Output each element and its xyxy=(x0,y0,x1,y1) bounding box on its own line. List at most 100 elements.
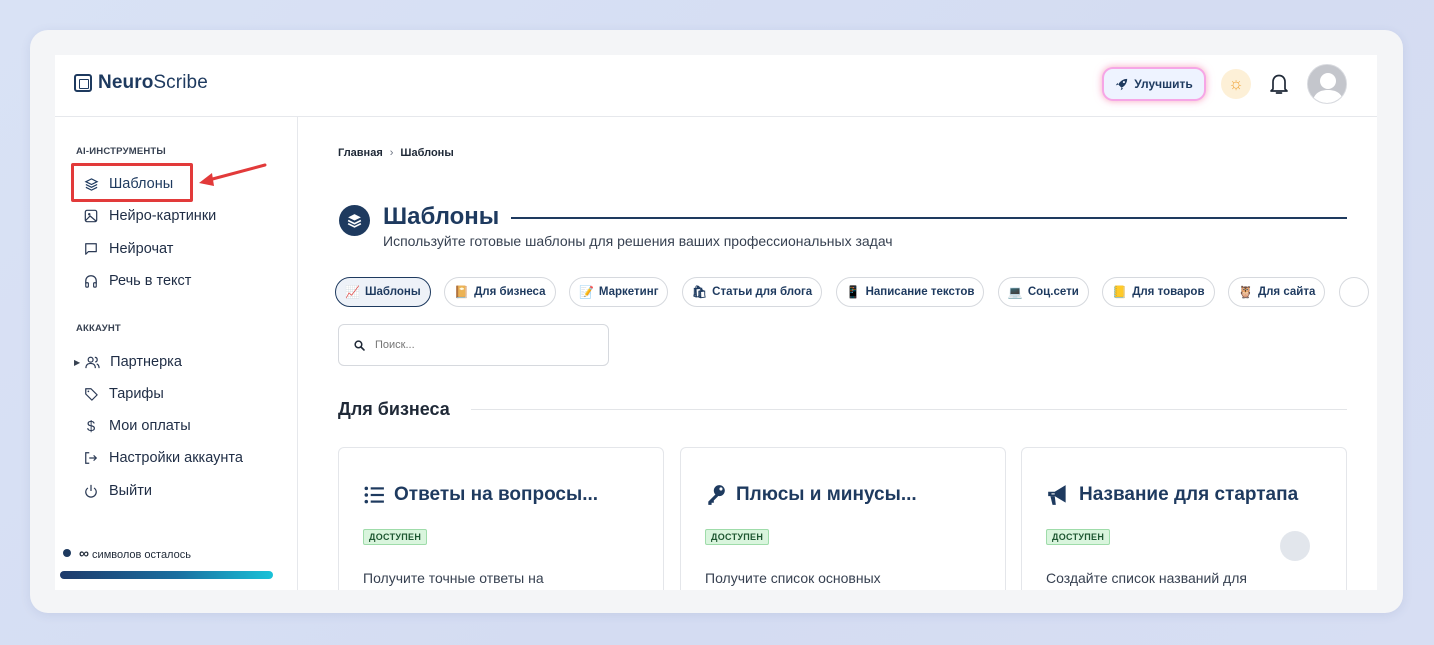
annotation-highlight-box xyxy=(71,163,193,202)
chip-label: Маркетинг xyxy=(598,286,659,298)
card-title-text: Плюсы и минусы... xyxy=(736,484,917,505)
user-avatar-icon xyxy=(1308,65,1346,103)
theme-toggle-button[interactable]: ☼ xyxy=(1221,69,1251,99)
chip-copywriting[interactable]: 📱 Написание текстов xyxy=(835,277,985,307)
search-icon xyxy=(354,339,365,351)
logo-text: NeuroScribe xyxy=(98,72,208,93)
sidebar: AI-ИНСТРУМЕНТЫ Шаблоны Нейро-картинки Не… xyxy=(55,117,298,590)
chip-label: Для сайта xyxy=(1257,286,1316,298)
credits-text: символов осталось xyxy=(92,549,191,561)
search-box xyxy=(338,324,609,366)
sidebar-item-label: Тарифы xyxy=(109,386,164,402)
chip-label: Написание текстов xyxy=(865,286,975,298)
top-header: NeuroScribe Улучшить ☼ xyxy=(55,55,1377,117)
chat-icon xyxy=(83,241,99,257)
chip-templates[interactable]: 📈 Шаблоны xyxy=(335,277,431,307)
headphones-icon xyxy=(83,273,99,289)
template-card-pros-cons[interactable]: Плюсы и минусы... ДОСТУПЕН Получите спис… xyxy=(680,447,1006,590)
login-icon xyxy=(83,450,99,466)
chip-social[interactable]: 💻 Соц.сети xyxy=(997,277,1089,307)
sidebar-item-logout[interactable]: Выйти xyxy=(83,481,152,501)
sidebar-item-label: Речь в текст xyxy=(109,273,192,289)
bell-icon[interactable] xyxy=(1268,72,1290,96)
logo[interactable]: NeuroScribe xyxy=(74,72,208,94)
card-title: Название для стартапа xyxy=(1046,484,1298,506)
breadcrumb: Главная › Шаблоны xyxy=(338,147,454,159)
search-input[interactable] xyxy=(375,339,595,351)
sun-icon: ☼ xyxy=(1228,74,1244,93)
upgrade-button[interactable]: Улучшить xyxy=(1104,69,1204,99)
title-divider xyxy=(511,217,1347,219)
chevron-right-icon: › xyxy=(389,147,394,159)
chip-label: Для бизнеса xyxy=(474,286,546,298)
section-label-account: АККАУНТ xyxy=(76,323,121,334)
sidebar-item-label: Мои оплаты xyxy=(109,418,191,434)
card-title-text: Ответы на вопросы... xyxy=(394,484,599,505)
sidebar-item-account-settings[interactable]: Настройки аккаунта xyxy=(83,448,243,468)
sidebar-item-tariffs[interactable]: Тарифы xyxy=(83,384,164,404)
sidebar-item-payments[interactable]: $ Мои оплаты xyxy=(83,416,191,436)
breadcrumb-home[interactable]: Главная xyxy=(338,147,383,159)
card-description: Создайте список названий для xyxy=(1046,570,1247,586)
status-badge: ДОСТУПЕН xyxy=(363,529,428,545)
sidebar-item-label: Нейрочат xyxy=(109,241,174,257)
credits-progress-bar xyxy=(60,571,273,579)
notebook-icon: 📔 xyxy=(454,285,470,299)
megaphone-icon xyxy=(1048,485,1066,505)
chip-blog-articles[interactable]: 🛍 Статьи для блога xyxy=(681,277,823,307)
credits-symbol: ∞ xyxy=(79,545,89,561)
chip-website[interactable]: 🦉 Для сайта xyxy=(1227,277,1326,307)
chip-label: Статьи для блога xyxy=(712,286,813,298)
chip-label: Шаблоны xyxy=(364,286,421,298)
chip-products[interactable]: 📒 Для товаров xyxy=(1102,277,1215,307)
upgrade-label: Улучшить xyxy=(1134,77,1193,91)
caret-right-icon: ▶ xyxy=(74,357,81,367)
status-dot xyxy=(63,549,71,557)
breadcrumb-current: Шаблоны xyxy=(400,147,454,159)
status-badge: ДОСТУПЕН xyxy=(1046,529,1111,545)
section-label-ai: AI-ИНСТРУМЕНТЫ xyxy=(76,146,166,157)
app-window: NeuroScribe Улучшить ☼ AI-ИНСТРУМЕНТЫ Ша… xyxy=(55,55,1377,590)
shopping-bags-icon: 🛍 xyxy=(691,285,708,299)
users-icon xyxy=(84,354,100,370)
sidebar-item-label: Выйти xyxy=(109,483,152,499)
sidebar-item-partner[interactable]: ▶ Партнерка xyxy=(74,352,182,372)
laptop-icon: 💻 xyxy=(1007,285,1023,299)
sidebar-item-neurochat[interactable]: Нейрочат xyxy=(83,239,173,259)
help-fab-button[interactable] xyxy=(1280,531,1310,561)
tag-icon xyxy=(83,386,99,402)
dollar-icon: $ xyxy=(86,417,96,435)
page-title: Шаблоны xyxy=(383,203,500,230)
chip-business[interactable]: 📔 Для бизнеса xyxy=(444,277,556,307)
template-card-startup-name[interactable]: Название для стартапа ДОСТУПЕН Создайте … xyxy=(1021,447,1347,590)
card-title-text: Название для стартапа xyxy=(1079,484,1299,505)
sidebar-item-speech-to-text[interactable]: Речь в текст xyxy=(83,271,191,291)
phone-icon: 📱 xyxy=(845,285,861,299)
list-icon xyxy=(364,486,384,504)
card-description: Получите точные ответы на xyxy=(363,570,544,586)
sidebar-item-neuro-images[interactable]: Нейро-картинки xyxy=(83,206,216,226)
chip-more[interactable] xyxy=(1338,277,1369,307)
credits-remaining: ∞ символов осталось xyxy=(63,545,191,561)
logo-icon xyxy=(74,74,92,92)
card-title: Ответы на вопросы... xyxy=(363,484,598,506)
key-icon xyxy=(708,485,725,505)
annotation-arrow-icon xyxy=(199,163,267,186)
owl-icon: 🦉 xyxy=(1237,285,1253,299)
avatar[interactable] xyxy=(1307,64,1347,104)
template-card-qa[interactable]: Ответы на вопросы... ДОСТУПЕН Получите т… xyxy=(338,447,664,590)
main-content: Главная › Шаблоны Шаблоны Используйте го… xyxy=(299,117,1377,590)
section-divider xyxy=(471,409,1347,410)
chart-icon: 📈 xyxy=(345,285,360,299)
section-title: Для бизнеса xyxy=(338,399,450,419)
chip-marketing[interactable]: 📝 Маркетинг xyxy=(568,277,669,307)
power-icon xyxy=(83,483,99,499)
card-title: Плюсы и минусы... xyxy=(705,484,917,506)
category-chips: 📈 Шаблоны 📔 Для бизнеса 📝 Маркетинг 🛍 Статьи… xyxy=(335,277,1377,311)
templates-title-icon xyxy=(339,205,370,236)
chip-label: Для товаров xyxy=(1132,286,1205,298)
status-badge: ДОСТУПЕН xyxy=(705,529,770,545)
card-description: Получите список основных xyxy=(705,570,881,586)
rocket-icon xyxy=(1116,78,1128,90)
image-icon xyxy=(83,208,99,224)
